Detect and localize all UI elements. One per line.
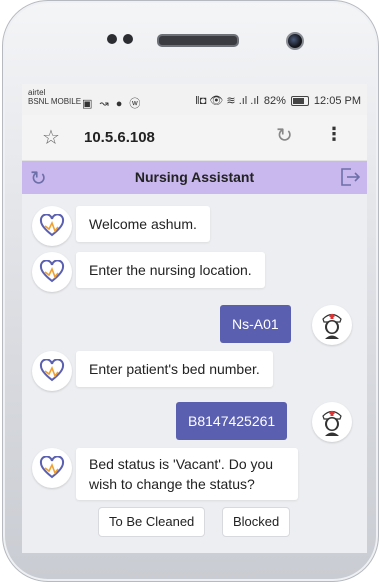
sensor-dots [107,34,133,44]
system-status: ǁ◘ 👁 ≋ .ıl .ıl 82% 12:05 PM [195,94,361,108]
browser-url-bar: ☆ 10.5.6.108 ↻ ⋮ [22,115,367,161]
bot-message: Enter the nursing location. [76,252,265,288]
nurse-avatar-icon [312,402,352,442]
carrier-info: airtel BSNL MOBILE [28,88,81,106]
logout-icon[interactable] [337,165,361,194]
bot-message: Welcome ashum. [76,206,210,242]
to-be-cleaned-button[interactable]: To Be Cleaned [98,507,206,537]
bot-message: Bed status is 'Vacant'. Do you wish to c… [76,448,298,500]
carrier-name-2: BSNL MOBILE [28,97,82,106]
bot-message: Enter patient's bed number. [76,351,273,387]
signal-icons: ǁ◘ 👁 ≋ .ıl .ıl [195,95,259,107]
notification-icons: ▣ ↝ ● ⓦ [82,98,143,110]
battery-icon [290,95,309,106]
front-camera [286,32,304,50]
earpiece-speaker [157,34,239,47]
carrier-name-1: airtel [28,88,46,97]
nurse-avatar-icon [312,305,352,345]
bot-avatar-heart-icon [32,448,72,488]
refresh-icon[interactable]: ↻ [276,123,293,148]
user-message: Ns-A01 [220,305,291,343]
page-title: Nursing Assistant [134,169,255,185]
status-bar: airtel BSNL MOBILE ▣ ↝ ● ⓦ ǁ◘ 👁 ≋ .ıl .ı… [22,84,367,115]
user-message: B8147425261 [176,402,288,440]
more-vertical-icon[interactable]: ⋮ [325,124,343,145]
clock: 12:05 PM [313,94,361,107]
url-field[interactable]: 10.5.6.108 [84,129,155,146]
bot-avatar-heart-icon [32,206,72,246]
bot-avatar-heart-icon [32,252,72,292]
bot-avatar-heart-icon [32,351,72,391]
blocked-button[interactable]: Blocked [222,507,291,537]
battery-percent: 82% [263,94,286,107]
phone-screen: airtel BSNL MOBILE ▣ ↝ ● ⓦ ǁ◘ 👁 ≋ .ıl .ı… [22,84,367,553]
star-icon[interactable]: ☆ [42,125,60,150]
chat-area: Welcome ashum. Enter the nursing locatio… [22,194,367,553]
app-header: ↻ Nursing Assistant [22,161,367,195]
